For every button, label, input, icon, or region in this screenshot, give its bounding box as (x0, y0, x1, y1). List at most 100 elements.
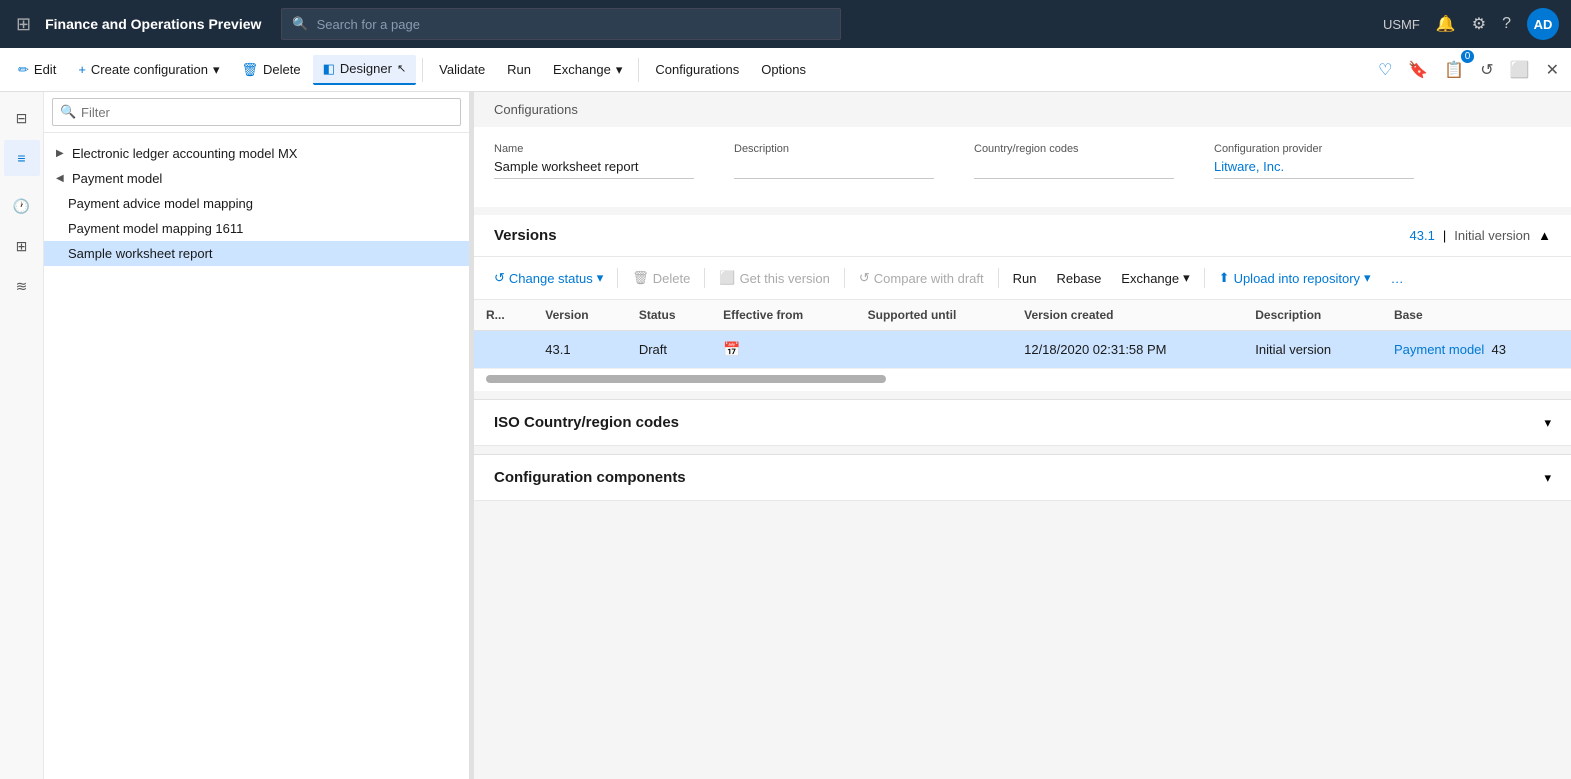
create-config-label: Create configuration (91, 62, 208, 77)
badge-icon[interactable]: 0 📋 (1440, 56, 1468, 84)
tree-label-sample-worksheet: Sample worksheet report (68, 246, 213, 261)
change-status-icon: ↺ (494, 270, 505, 286)
compare-button[interactable]: ↺ Compare with draft (851, 265, 992, 291)
clock-nav-icon[interactable]: 🕐 (4, 188, 40, 224)
table-nav-icon[interactable]: ⊞ (4, 228, 40, 264)
form-section: Name Sample worksheet report Description… (474, 127, 1571, 207)
designer-button[interactable]: ◧ Designer ↖ (313, 55, 417, 85)
tree-toggle-electronic-ledger: ▶ (56, 148, 68, 159)
versions-header[interactable]: Versions 43.1 | Initial version ▲ (474, 215, 1571, 257)
versions-collapse-icon[interactable]: ▲ (1538, 228, 1551, 243)
cell-version-created: 12/18/2020 02:31:58 PM (1012, 331, 1243, 369)
iso-country-header[interactable]: ISO Country/region codes ▾ (474, 400, 1571, 446)
versions-exchange-button[interactable]: Exchange ▾ (1113, 265, 1197, 291)
layers-nav-icon[interactable]: ≋ (4, 268, 40, 304)
get-version-button[interactable]: ⬜ Get this version (711, 265, 838, 291)
main-content: Configurations Name Sample worksheet rep… (474, 92, 1571, 779)
vtoolbar-sep4 (998, 268, 999, 288)
cell-r (474, 331, 533, 369)
refresh-icon[interactable]: ↺ (1476, 56, 1497, 84)
validate-button[interactable]: Validate (429, 56, 495, 83)
validate-label: Validate (439, 62, 485, 77)
tree-item-sample-worksheet[interactable]: Sample worksheet report (44, 241, 469, 266)
create-configuration-button[interactable]: + Create configuration ▾ (68, 56, 229, 84)
tree-item-payment-mapping[interactable]: Payment model mapping 1611 (44, 216, 469, 241)
col-base: Base (1382, 300, 1571, 331)
close-icon[interactable]: ✕ (1542, 56, 1563, 84)
upload-button[interactable]: ⬆ Upload into repository ▾ (1211, 265, 1379, 291)
compare-icon: ↺ (859, 270, 870, 286)
cell-status: Draft (627, 331, 711, 369)
help-icon[interactable]: ? (1502, 15, 1511, 33)
delete-button[interactable]: 🗑 Delete (232, 56, 311, 84)
favorite-icon[interactable]: ♡ (1374, 56, 1396, 84)
separator-2 (638, 58, 639, 82)
base-link[interactable]: Payment model (1394, 342, 1484, 357)
upload-icon: ⬆ (1219, 270, 1230, 286)
grid-icon[interactable]: ⊞ (12, 10, 35, 39)
provider-value[interactable]: Litware, Inc. (1214, 159, 1414, 179)
sidebar: ⊟ ≡ 🕐 ⊞ ≋ 🔍 ▶ Electronic ledger accounti… (0, 92, 470, 779)
run-label: Run (507, 62, 531, 77)
versions-toolbar: ↺ Change status ▾ 🗑 Delete ⬜ Get this ve… (474, 257, 1571, 300)
description-value (734, 159, 934, 179)
delete-icon: 🗑 (242, 62, 259, 78)
versions-delete-label: Delete (653, 271, 691, 286)
versions-exchange-dropdown: ▾ (1183, 270, 1190, 286)
configurations-tab[interactable]: Configurations (645, 56, 749, 83)
description-field: Description (734, 143, 934, 179)
col-r: R... (474, 300, 533, 331)
edit-button[interactable]: ✏ Edit (8, 56, 66, 84)
calendar-icon[interactable]: 📅 (723, 341, 740, 357)
open-icon[interactable]: ⬜ (1506, 56, 1534, 84)
horizontal-scrollbar[interactable] (486, 375, 886, 383)
tree-item-payment-advice[interactable]: Payment advice model mapping (44, 191, 469, 216)
versions-run-button[interactable]: Run (1005, 266, 1045, 291)
separator-1 (422, 58, 423, 82)
versions-run-label: Run (1013, 271, 1037, 286)
config-components-collapse-icon: ▾ (1544, 470, 1551, 486)
versions-table-body: 43.1 Draft 📅 12/18/2020 02:31:58 PM Init… (474, 331, 1571, 369)
filter-input[interactable] (52, 98, 461, 126)
country-label: Country/region codes (974, 143, 1174, 155)
options-tab[interactable]: Options (751, 56, 816, 83)
versions-table: R... Version Status Effective from Suppo… (474, 300, 1571, 369)
description-label: Description (734, 143, 934, 155)
tree-item-payment-model[interactable]: ◀ Payment model (44, 166, 469, 191)
exchange-button[interactable]: Exchange ▾ (543, 56, 632, 84)
versions-number: 43.1 (1410, 228, 1435, 243)
breadcrumb: Configurations (474, 92, 1571, 127)
delete-label: Delete (263, 62, 301, 77)
upload-dropdown: ▾ (1364, 270, 1371, 286)
change-status-dropdown: ▾ (597, 270, 604, 286)
notification-icon[interactable]: 🔔 (1436, 14, 1456, 34)
upload-label: Upload into repository (1234, 271, 1360, 286)
versions-delete-button[interactable]: 🗑 Delete (624, 265, 698, 291)
list-nav-icon[interactable]: ≡ (4, 140, 40, 176)
top-bar-right: USMF 🔔 ⚙ ? AD (1383, 8, 1559, 40)
avatar[interactable]: AD (1527, 8, 1559, 40)
tree-item-electronic-ledger[interactable]: ▶ Electronic ledger accounting model MX (44, 141, 469, 166)
iso-country-title: ISO Country/region codes (494, 414, 679, 431)
search-bar[interactable]: 🔍 (281, 8, 841, 40)
more-button[interactable]: … (1383, 266, 1412, 291)
name-label: Name (494, 143, 694, 155)
sidebar-nav: ⊟ ≡ 🕐 ⊞ ≋ (0, 92, 44, 779)
designer-label: Designer (340, 61, 392, 76)
search-icon: 🔍 (292, 16, 308, 32)
settings-icon[interactable]: ⚙ (1472, 14, 1486, 34)
table-row[interactable]: 43.1 Draft 📅 12/18/2020 02:31:58 PM Init… (474, 331, 1571, 369)
rebase-button[interactable]: Rebase (1048, 266, 1109, 291)
col-description: Description (1243, 300, 1382, 331)
run-button[interactable]: Run (497, 56, 541, 83)
versions-label-text: Initial version (1454, 228, 1530, 243)
search-input[interactable] (317, 17, 831, 32)
config-components-header[interactable]: Configuration components ▾ (474, 455, 1571, 501)
tree-label-payment-mapping: Payment model mapping 1611 (68, 221, 243, 236)
country-field: Country/region codes (974, 143, 1174, 179)
breadcrumb-text: Configurations (494, 102, 578, 117)
rebase-label: Rebase (1056, 271, 1101, 286)
bookmark-icon[interactable]: 🔖 (1404, 56, 1432, 84)
filter-nav-icon[interactable]: ⊟ (4, 100, 40, 136)
change-status-button[interactable]: ↺ Change status ▾ (486, 265, 611, 291)
